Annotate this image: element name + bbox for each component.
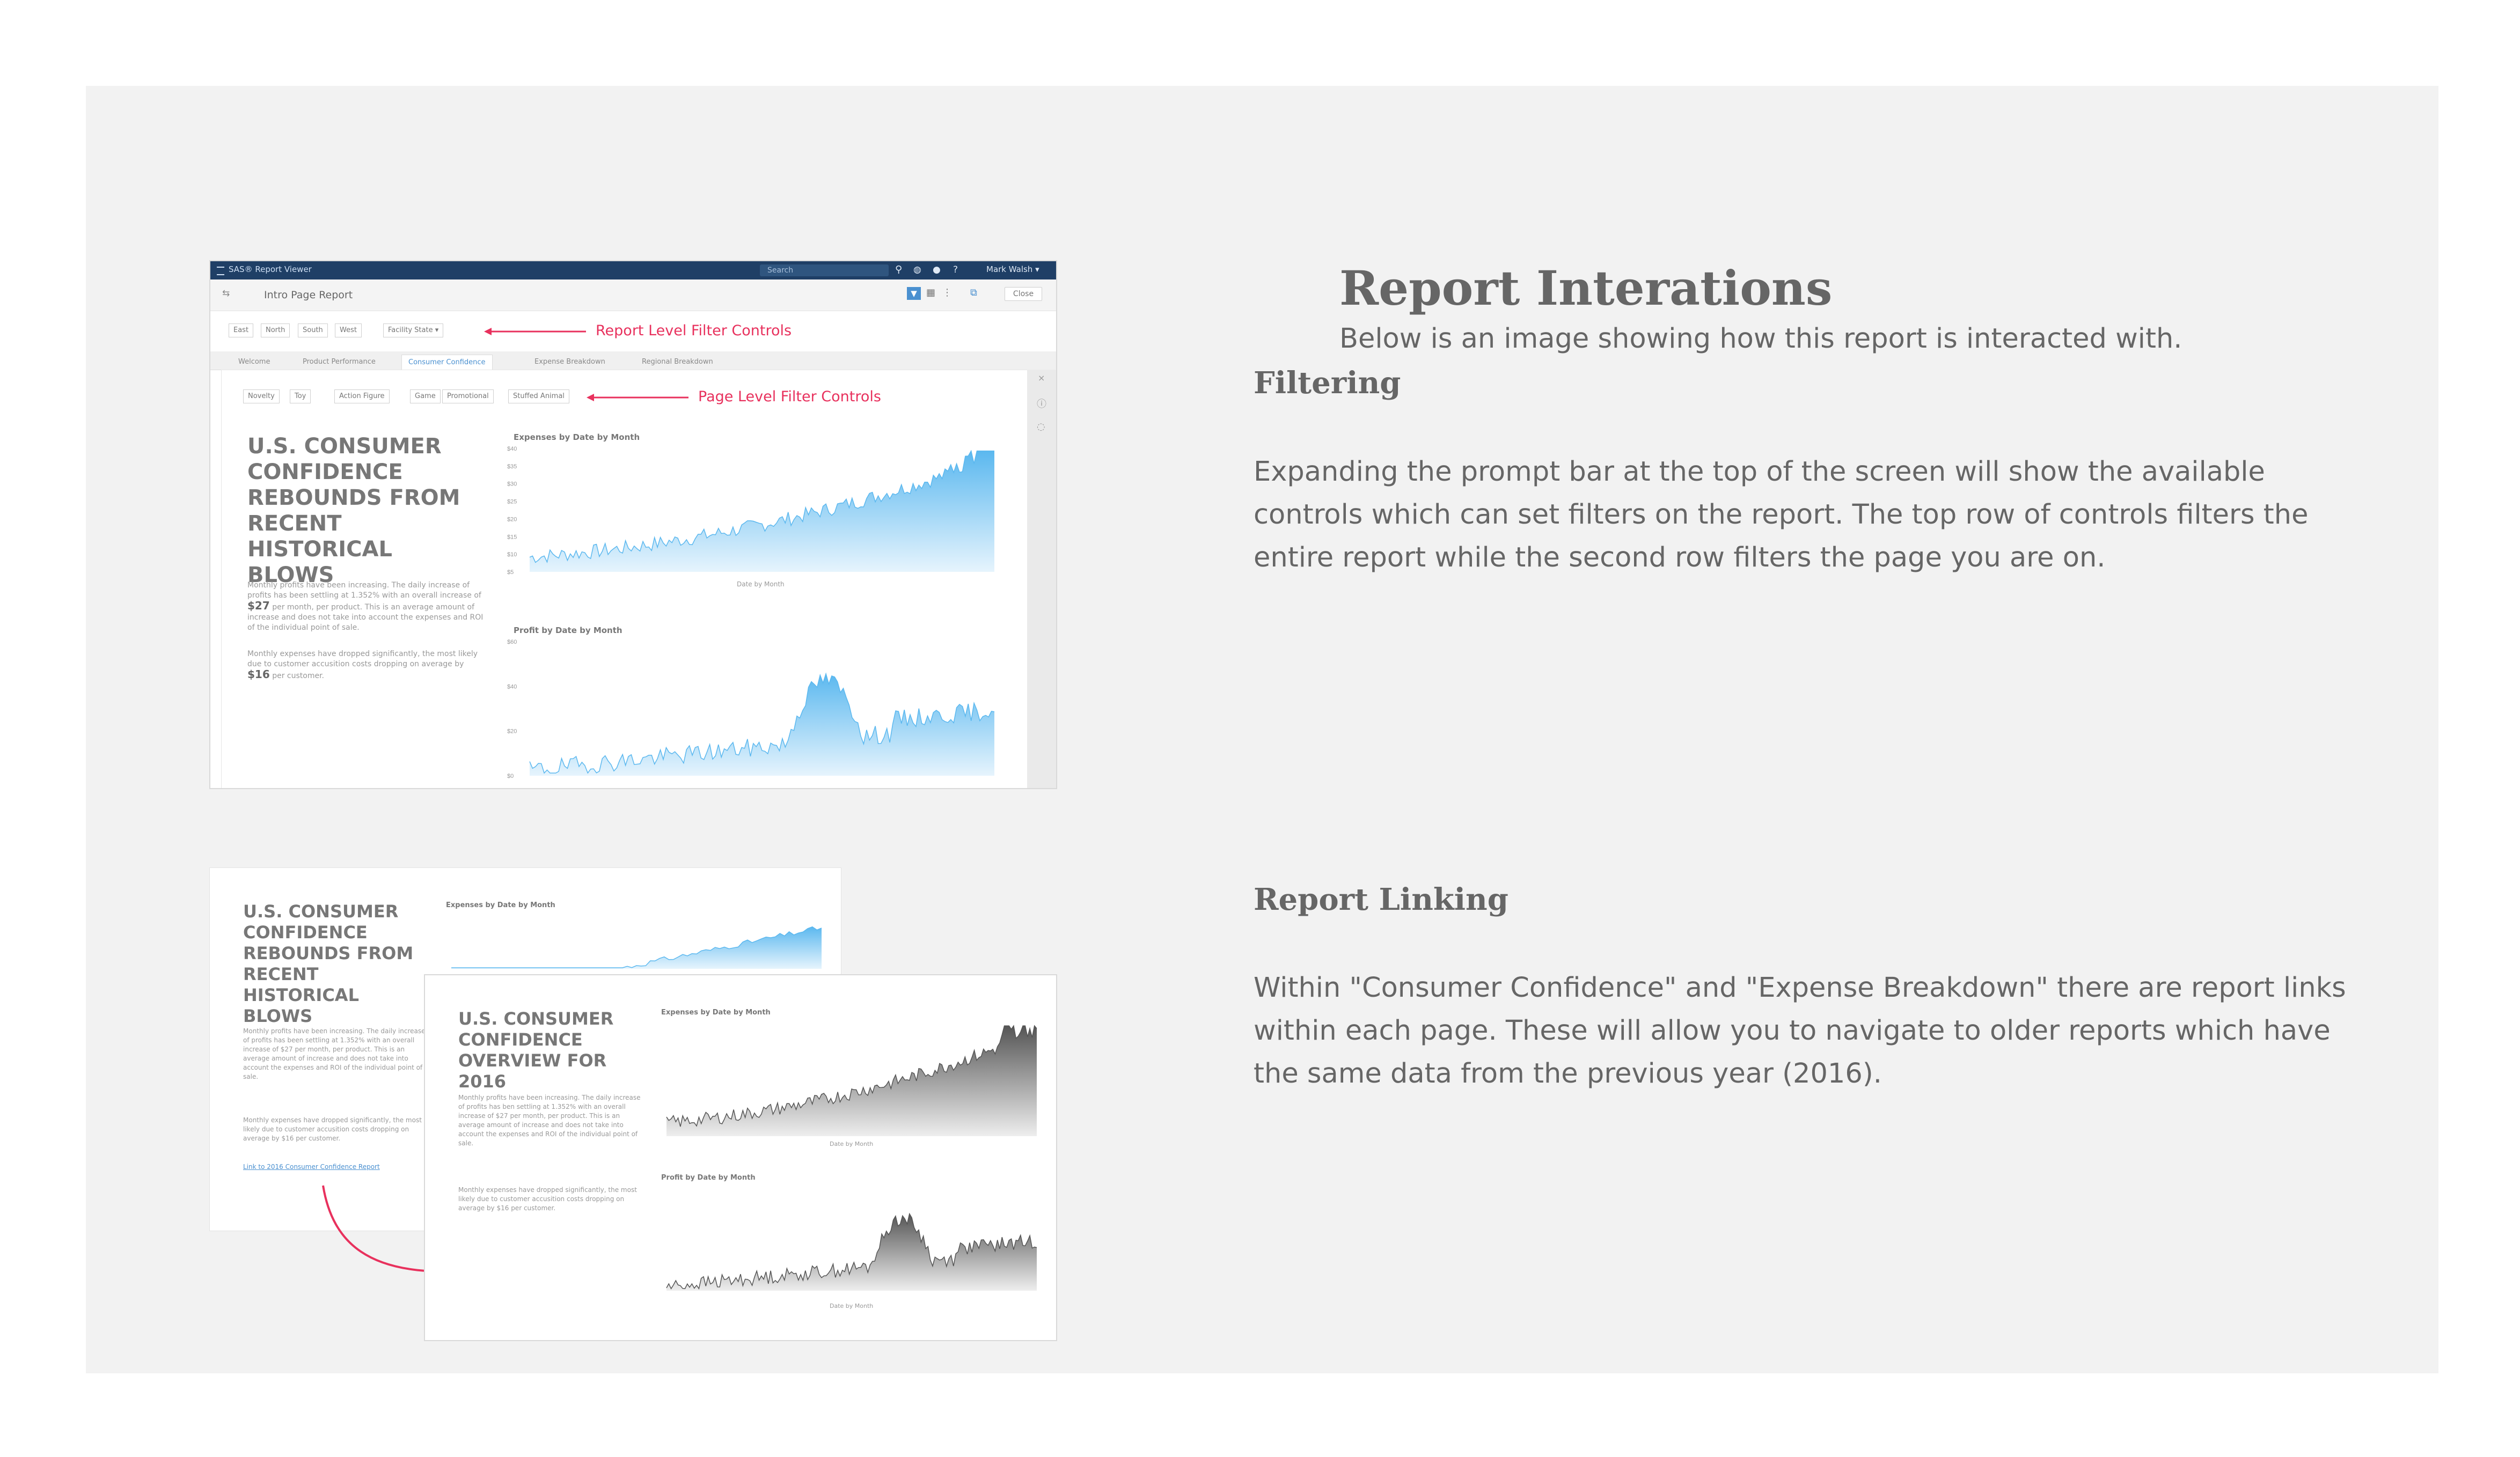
profit-area-chart: $60 $40 $20 $0 [507,639,995,779]
content-panel: SAS® Report Viewer Search ⚲ ◍ ● ? Mark W… [86,86,2438,1373]
axis-tick-label: $35 [507,463,517,470]
expenses-area-chart: $40 $35 $30 $25 $20 $15 $10 $5 [507,446,994,576]
settings-icon[interactable]: ◍ [913,264,921,275]
front-headline: U.S. CONSUMER CONFIDENCE OVERVIEW FOR 20… [458,1009,614,1092]
page-filter-group-1: Novelty Toy [243,389,318,404]
rail-close-icon[interactable]: × [1038,373,1045,383]
axis-tick-label: $30 [507,481,517,488]
back-headline: U.S. CONSUMER CONFIDENCE REBOUNDS FROM R… [243,901,414,1026]
axis-tick-label: $0 [507,773,514,779]
axis-tick-label: $40 [507,446,517,452]
axis-tick-label: $15 [507,534,517,540]
more-options-icon[interactable]: ⋮ [942,287,952,298]
notifications-icon[interactable]: ● [933,264,941,275]
profit-chart-title: Profit by Date by Month [514,626,622,635]
facility-state-select[interactable]: Facility State ▾ [383,323,444,337]
front-chart1-xlabel: Date by Month [830,1140,874,1147]
back-paragraph-1: Monthly profits have been increasing. Th… [243,1027,426,1080]
comment-icon[interactable]: ◌ [1037,421,1045,432]
page-tabs: Welcome Product Performance Consumer Con… [210,351,1056,370]
filtering-paragraph: Expanding the prompt bar at the top of t… [1254,456,2309,573]
right-rail: × ⓘ ◌ [1027,370,1056,788]
expenses-chart-xlabel: Date by Month [737,580,785,588]
region-filter-east[interactable]: East [229,323,254,337]
section-subtitle: Below is an image showing how this repor… [1339,323,2182,355]
report-filter-arrow [484,328,586,335]
axis-tick-label: $10 [507,551,517,558]
share-icon[interactable]: ⧉ [970,287,977,298]
page-filter-label: Page Level Filter Controls [698,388,881,405]
tab-consumer-confidence[interactable]: Consumer Confidence [401,355,493,370]
report-page: Novelty Toy Action Figure Game Promotional S… [221,370,1028,788]
report-toolbar: ⇆ Intro Page Report ▼ ▦ ⋮ ⧉ Close [210,279,1056,311]
axis-tick-label: $20 [507,728,517,735]
area-series [666,1026,1037,1136]
back-paragraph-2: Monthly expenses have dropped significan… [243,1116,422,1142]
search-input[interactable]: Search [760,264,889,276]
back-chart-title: Expenses by Date by Month [446,901,555,909]
filtering-heading: Filtering [1254,365,1401,401]
axis-tick-label: $60 [507,639,517,645]
back-expenses-chart [451,926,822,969]
report-link[interactable]: Link to 2016 Consumer Confidence Report [243,1163,380,1171]
region-filter-west[interactable]: West [335,323,362,337]
expenses-chart-title: Expenses by Date by Month [514,432,640,442]
report-viewer-screenshot: SAS® Report Viewer Search ⚲ ◍ ● ? Mark W… [209,260,1057,789]
front-expenses-title: Expenses by Date by Month [661,1009,771,1017]
info-icon[interactable]: ⓘ [1037,396,1046,410]
front-profit-title: Profit by Date by Month [661,1174,756,1182]
page-filter-action-figure[interactable]: Action Figure [334,389,390,403]
close-button[interactable]: Close [1005,287,1042,301]
report-filter-label: Report Level Filter Controls [596,322,792,339]
tab-welcome[interactable]: Welcome [232,355,276,370]
tab-regional-breakdown[interactable]: Regional Breakdown [635,355,720,370]
area-series [666,1213,1037,1291]
report-headline: U.S. CONSUMER CONFIDENCE REBOUNDS FROM R… [247,434,460,587]
axis-tick-label: $40 [507,683,517,690]
user-menu[interactable]: Mark Walsh ▾ [986,264,1039,274]
front-paragraph-1: Monthly profits have been increasing. Th… [458,1094,641,1147]
page-filter-stuffed-animal[interactable]: Stuffed Animal [508,389,569,403]
area-series [451,926,822,969]
search-icon[interactable]: ⚲ [895,264,902,275]
report-name: Intro Page Report [264,289,353,301]
app-title: SAS® Report Viewer [229,264,312,274]
sas-header-bar: SAS® Report Viewer Search ⚲ ◍ ● ? Mark W… [210,261,1056,279]
page-filter-novelty[interactable]: Novelty [243,389,280,403]
area-series [530,451,994,572]
report-menu-icon[interactable]: ⇆ [222,288,230,299]
page-filter-toy[interactable]: Toy [290,389,311,403]
section-title: Report Interations [1339,260,1833,316]
front-expenses-chart [666,1025,1037,1136]
region-filter-north[interactable]: North [261,323,290,337]
expense-paragraph: Monthly expenses have dropped significan… [247,650,478,681]
front-profit-chart [666,1212,1037,1291]
axis-tick-label: $20 [507,516,517,523]
axis-tick-label: $5 [507,569,514,576]
region-filter-south[interactable]: South [298,323,328,337]
region-filter-group: East North South West [229,323,368,339]
axis-tick-label: $25 [507,499,517,505]
profit-paragraph: Monthly profits have been increasing. Th… [247,581,484,632]
grid-icon[interactable]: ▦ [926,287,935,298]
menu-icon[interactable] [217,267,224,275]
page-filter-game[interactable]: Game [410,389,441,403]
linking-heading: Report Linking [1254,882,1508,917]
page-filter-promotional[interactable]: Promotional [442,389,494,403]
front-chart2-xlabel: Date by Month [830,1303,874,1309]
front-paragraph-2: Monthly expenses have dropped significan… [458,1186,637,1212]
help-icon[interactable]: ? [953,264,958,275]
filter-toggle-icon[interactable]: ▼ [907,287,921,300]
tab-product-performance[interactable]: Product Performance [296,355,382,370]
page-filter-arrow [587,394,688,401]
tab-expense-breakdown[interactable]: Expense Breakdown [528,355,612,370]
linking-front-screenshot: U.S. CONSUMER CONFIDENCE OVERVIEW FOR 20… [424,974,1057,1341]
linking-paragraph: Within "Consumer Confidence" and "Expens… [1254,972,2346,1090]
page-filter-group-2: Action Figure Game Promotional Stuffed Anim… [334,389,581,404]
